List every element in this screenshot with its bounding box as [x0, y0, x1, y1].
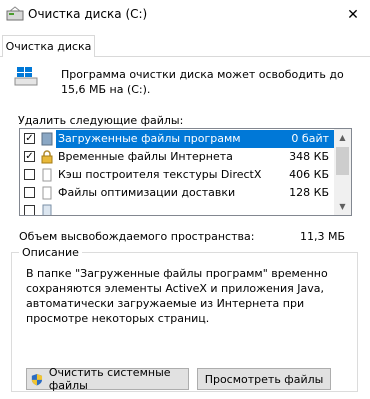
close-button[interactable]: ✕ — [336, 0, 370, 30]
space-value: 11,3 МБ — [299, 230, 345, 243]
file-list: ✓ Загруженные файлы программ 0 байт ✓ Вр… — [19, 128, 352, 216]
description-text: В папке "Загруженные файлы программ" вре… — [26, 267, 328, 325]
file-size: 348 КБ — [289, 150, 329, 163]
drive-icon — [14, 67, 38, 86]
description-title: Описание — [19, 246, 82, 259]
file-size: 406 КБ — [289, 168, 329, 181]
tab-label: Очистка диска — [5, 40, 92, 53]
blank-file-icon — [42, 186, 52, 200]
file-row-directx-cache[interactable]: Кэш построителя текстуры DirectX 406 КБ — [20, 166, 335, 184]
file-row-temporary-internet[interactable]: ✓ Временные файлы Интернета 348 КБ — [20, 148, 335, 166]
clean-system-files-label: Очистить системные файлы — [48, 366, 171, 392]
window-title: Очистка диска (C:) — [28, 7, 148, 21]
view-files-button[interactable]: Просмотреть файлы — [197, 368, 331, 390]
title-bar: Очистка диска (C:) ✕ — [0, 0, 370, 31]
intro-text: Программа очистки диска может освободить… — [61, 68, 344, 96]
checkbox-delivery-optimization[interactable] — [24, 187, 35, 198]
scroll-thumb[interactable] — [336, 147, 349, 175]
delete-files-label: Удалить следующие файлы: — [18, 114, 184, 127]
lock-icon — [41, 150, 53, 164]
file-row-partial[interactable] — [20, 202, 335, 215]
scroll-up-arrow-icon[interactable]: ▲ — [334, 129, 351, 146]
file-row-delivery-optimization[interactable]: Файлы оптимизации доставки 128 КБ — [20, 184, 335, 202]
checkbox-downloaded-programs[interactable]: ✓ — [24, 133, 35, 144]
view-files-label: Просмотреть файлы — [204, 372, 324, 386]
file-size: 0 байт — [291, 132, 329, 145]
blank-file-icon — [42, 168, 52, 182]
file-list-scrollbar[interactable]: ▲ ▼ — [334, 129, 351, 215]
checkbox-directx-cache[interactable] — [24, 169, 35, 180]
file-icon — [42, 204, 52, 215]
checkbox-temporary-internet[interactable]: ✓ — [24, 151, 35, 162]
file-row-downloaded-programs[interactable]: ✓ Загруженные файлы программ 0 байт — [20, 130, 335, 148]
scroll-down-arrow-icon[interactable]: ▼ — [334, 198, 351, 215]
space-label: Объем высвобождаемого пространства: — [19, 230, 255, 243]
file-size: 128 КБ — [289, 186, 329, 199]
downloaded-program-files-icon — [41, 132, 53, 146]
uac-shield-icon — [31, 373, 43, 385]
tab-disk-cleanup[interactable]: Очистка диска — [2, 35, 95, 57]
close-icon: ✕ — [347, 7, 359, 23]
clean-system-files-button[interactable]: Очистить системные файлы — [26, 366, 189, 392]
disk-cleanup-icon — [6, 6, 24, 21]
checkbox-partial[interactable] — [24, 205, 35, 215]
